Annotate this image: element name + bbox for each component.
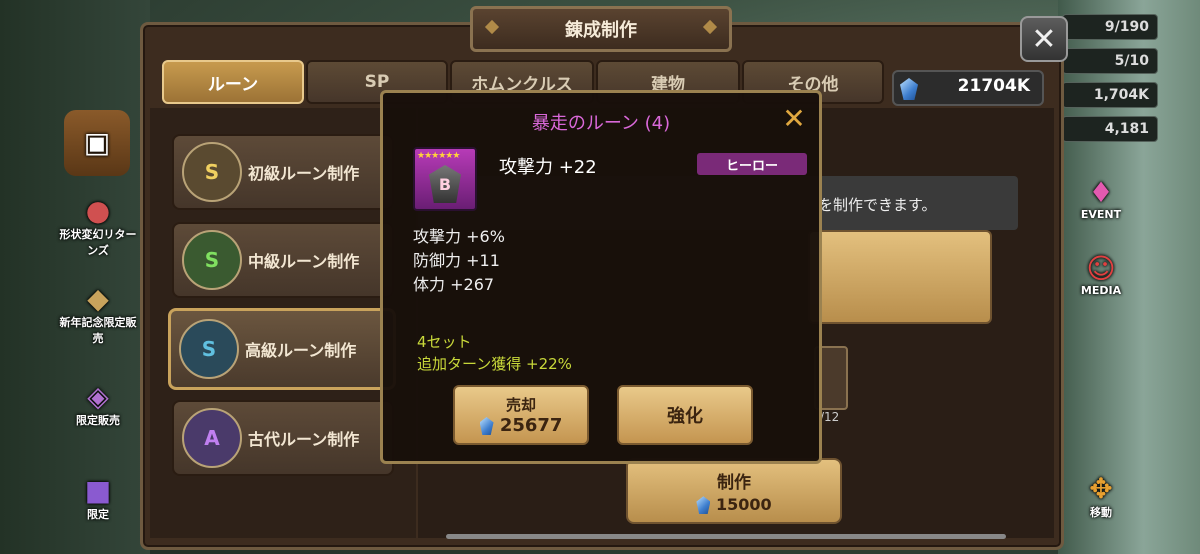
sidebar-label-limited2: 限定 [87,508,109,521]
move-button[interactable]: ✥ 移動 [1068,464,1134,530]
tab-rune[interactable]: ルーン [162,60,304,104]
rune-craft-advanced[interactable]: S 高級ルーン制作 [168,308,396,390]
sub-stat-attack: 攻撃力 +6% [413,223,505,247]
sub-stat-value: +267 [450,275,495,294]
chest-icon: ▣ [83,126,111,159]
event-mascot-icon: ● [85,194,111,227]
popup-close-button[interactable]: ✕ [779,101,809,135]
rune-item-label: 高級ルーン制作 [245,341,357,360]
crystal-icon [900,78,918,100]
sub-stat-value: +6% [466,227,505,246]
media-tv-icon: ☺ [1086,251,1116,285]
rune-item-label: 中級ルーン制作 [248,252,360,271]
rune-gem-icon: B [429,165,461,203]
sub-stat-name: 体力 [413,275,446,294]
rune-item-label: 初級ルーン制作 [248,164,360,183]
title-ornament-left [484,19,500,35]
sidebar-label-newyear: 新年記念限定販売 [59,316,137,345]
currency-display: 21704K [892,70,1044,106]
rune-circle-icon: A [182,408,242,468]
craft-cost: 15000 [715,494,772,514]
set-effect: 追加ターン獲得 +22% [417,355,572,373]
currency-value: 21704K [957,76,1030,96]
rune-pack-icon: ◈ [87,380,109,413]
rune-info-popup: 暴走のルーン (4) ✕ ★★★★★★ B 攻撃力 +22 ヒーロー 攻撃力 +… [380,90,822,464]
sidebar-event-returns-button[interactable]: ● 形状変幻リターンズ [58,194,138,260]
sell-button[interactable]: 売却 25677 [453,385,589,445]
selection-panel[interactable] [808,230,992,324]
close-button[interactable]: ✕ [1020,16,1068,62]
panel-title-text: 錬成制作 [565,20,637,41]
move-label: 移動 [1090,506,1112,519]
rune-icon: ★★★★★★ B [413,147,477,211]
craft-button[interactable]: 制作 15000 [626,458,842,524]
horizontal-scrollbar[interactable] [446,534,1006,539]
event-gift-icon: ♦ [1088,175,1114,209]
star-rating: ★★★★★★ [417,151,460,161]
sidebar-limited-sale-button[interactable]: ◈ 限定販売 [58,372,138,438]
rune-craft-intermediate[interactable]: S 中級ルーン制作 [172,222,394,298]
rune-craft-ancient[interactable]: A 古代ルーン制作 [172,400,394,476]
sub-stat-value: +11 [466,251,500,270]
panel-title: 錬成制作 [470,6,732,52]
craft-button-label: 制作 [717,472,751,493]
pack-icon: ■ [84,474,112,507]
sidebar-newyear-sale-button[interactable]: ◆ 新年記念限定販売 [58,282,138,348]
sidebar-chest-button[interactable]: ▣ [64,110,130,176]
set-count: 4セット [417,333,472,351]
sidebar-label-returns: 形状変幻リターンズ [59,228,137,257]
close-icon: ✕ [1031,21,1057,57]
upgrade-button[interactable]: 強化 [617,385,753,445]
crystal-icon [696,496,711,515]
popup-title: 暴走のルーン (4) [531,113,671,134]
material-count: /12 [820,410,840,424]
stat-box-4: 4,181 [1062,116,1158,142]
title-ornament-right [702,19,718,35]
close-icon: ✕ [782,101,806,135]
upgrade-label: 強化 [667,406,703,427]
crystal-icon [479,417,494,435]
sub-stat-name: 防御力 [413,251,462,270]
sub-stat-name: 攻撃力 [413,227,462,246]
rune-circle-icon: S [182,230,242,290]
event-button[interactable]: ♦ EVENT [1068,166,1134,232]
media-button[interactable]: ☺ MEDIA [1068,242,1134,308]
stat-box-1: 9/190 [1062,14,1158,40]
sub-stat-hp: 体力 +267 [413,271,494,295]
stat-box-3: 1,704K [1062,82,1158,108]
move-arrows-icon: ✥ [1089,472,1113,505]
rune-circle-icon: S [179,319,239,379]
event-label: EVENT [1080,207,1122,221]
rune-letter: B [438,174,452,194]
main-stat: 攻撃力 +22 [499,157,597,178]
rune-craft-basic[interactable]: S 初級ルーン制作 [172,134,394,210]
grade-badge: ヒーロー [697,153,807,175]
rune-item-label: 古代ルーン制作 [248,430,360,449]
description-text: を制作できます。 [818,196,937,214]
sub-stat-defense: 防御力 +11 [413,247,500,271]
rune-circle-icon: S [182,142,242,202]
media-label: MEDIA [1080,283,1122,297]
sell-price: 25677 [499,415,563,436]
sidebar-limited-button[interactable]: ■ 限定 [58,466,138,532]
sidebar-label-limited: 限定販売 [76,414,120,427]
gift-icon: ◆ [87,282,109,315]
stat-box-2: 5/10 [1062,48,1158,74]
sell-label: 売却 [505,396,536,414]
